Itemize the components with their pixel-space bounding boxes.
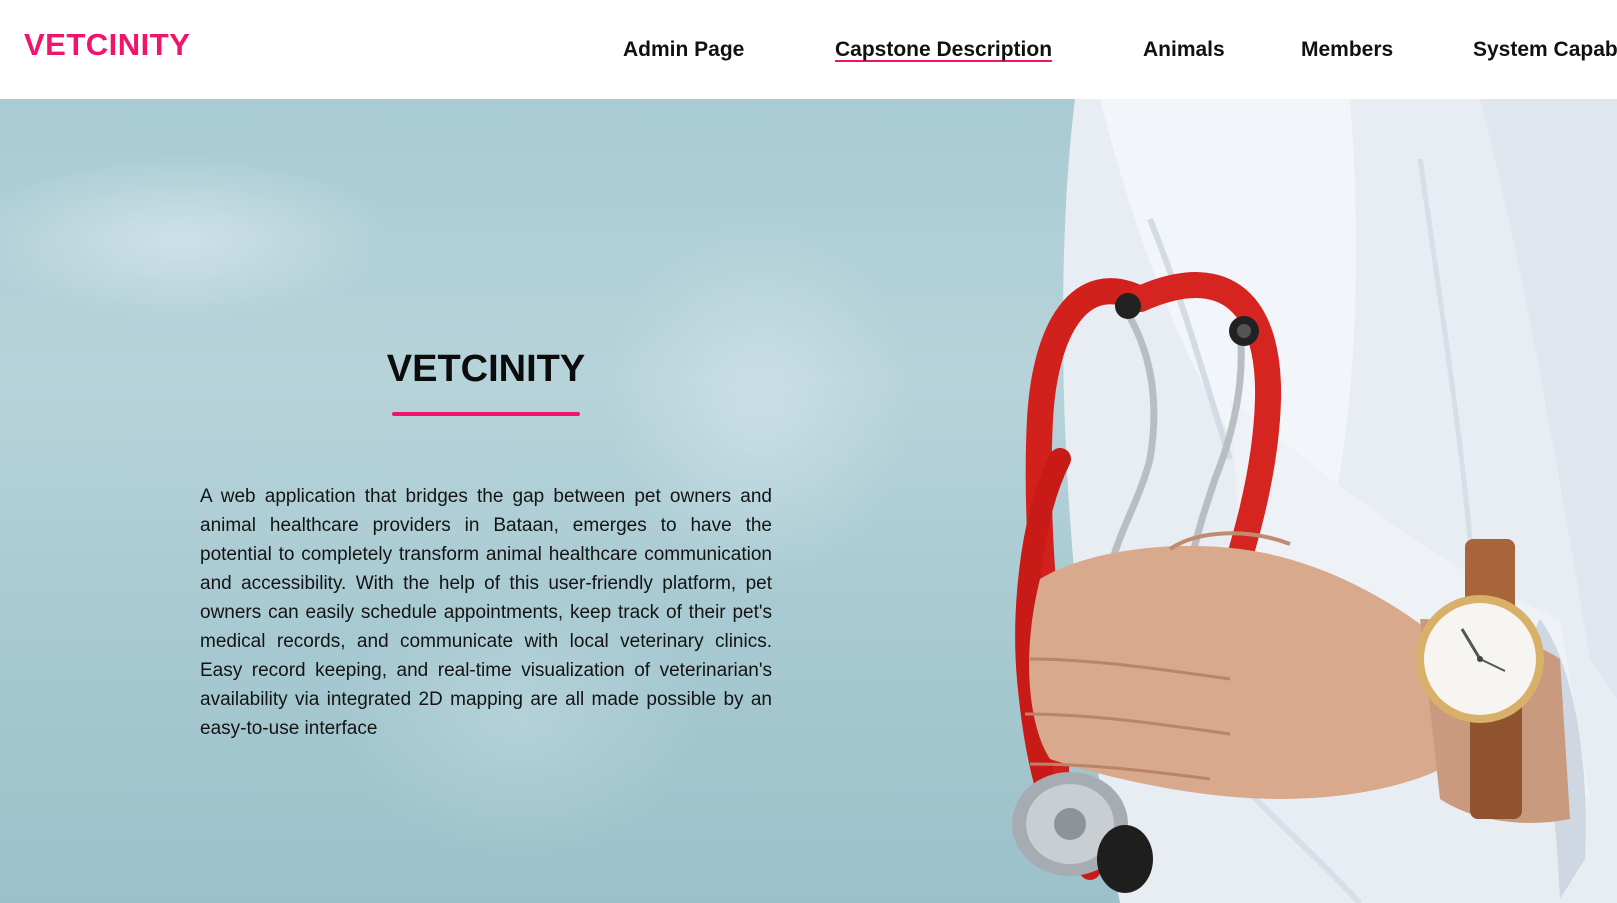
hero-section: VETCINITY A web application that bridges… (0, 99, 1617, 903)
capstone-description-text: A web application that bridges the gap b… (200, 486, 772, 739)
capstone-description-panel: VETCINITY A web application that bridges… (200, 347, 772, 743)
nav-link-animals[interactable]: Animals (1143, 36, 1225, 64)
nav-link-members[interactable]: Members (1301, 36, 1393, 64)
nav-link-system-capabilities[interactable]: System Capabilities (1473, 36, 1617, 64)
nav-link-capstone-description[interactable]: Capstone Description (835, 36, 1052, 64)
top-navbar: VETCINITY Admin Page Capstone Descriptio… (0, 0, 1617, 99)
hero-title: VETCINITY (386, 348, 586, 390)
title-underline (392, 412, 580, 416)
main-nav: Admin Page Capstone Description Animals … (0, 36, 1617, 64)
nav-link-admin-page[interactable]: Admin Page (623, 36, 744, 64)
